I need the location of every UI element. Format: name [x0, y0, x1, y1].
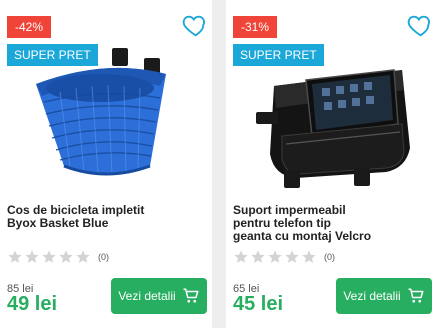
star-icon — [251, 250, 265, 263]
review-count: (0) — [324, 252, 335, 262]
product-image-basket[interactable] — [0, 40, 212, 190]
product-title[interactable]: Suport impermeabil pentru telefon tip ge… — [233, 204, 431, 243]
star-icon — [42, 250, 56, 263]
cart-icon — [183, 288, 199, 303]
star-icon — [268, 250, 282, 263]
heart-icon[interactable] — [406, 12, 434, 40]
product-title[interactable]: Cos de bicicleta impletit Byox Basket Bl… — [7, 204, 205, 230]
discount-badge: -42% — [7, 16, 52, 38]
view-details-button[interactable]: Vezi detalii — [336, 278, 432, 314]
star-icon — [302, 250, 316, 263]
view-details-button[interactable]: Vezi detalii — [111, 278, 207, 314]
current-price: 45 lei — [233, 293, 284, 315]
product-title-line: geanta cu montaj Velcro — [233, 229, 372, 243]
star-icon — [59, 250, 73, 263]
star-icon — [76, 250, 90, 263]
cart-icon — [408, 288, 424, 303]
product-image-phone-bag[interactable] — [226, 40, 437, 190]
heart-icon[interactable] — [181, 12, 209, 40]
star-icon — [285, 250, 299, 263]
view-details-label: Vezi detalii — [118, 289, 176, 303]
view-details-label: Vezi detalii — [343, 289, 401, 303]
rating: (0) — [233, 249, 335, 265]
product-card[interactable]: -31% SUPER PRET Suport impermeabil pentr… — [226, 0, 437, 328]
star-icon — [25, 250, 39, 263]
star-icon — [234, 250, 248, 263]
discount-badge: -31% — [233, 16, 278, 38]
product-card[interactable]: -42% SUPER PRET Cos de bicicleta impleti… — [0, 0, 212, 328]
product-title-line: Byox Basket Blue — [7, 216, 109, 230]
star-icon — [8, 250, 22, 263]
product-grid: -42% SUPER PRET Cos de bicicleta impleti… — [0, 0, 437, 328]
rating: (0) — [7, 249, 109, 265]
review-count: (0) — [98, 252, 109, 262]
current-price: 49 lei — [7, 293, 58, 315]
